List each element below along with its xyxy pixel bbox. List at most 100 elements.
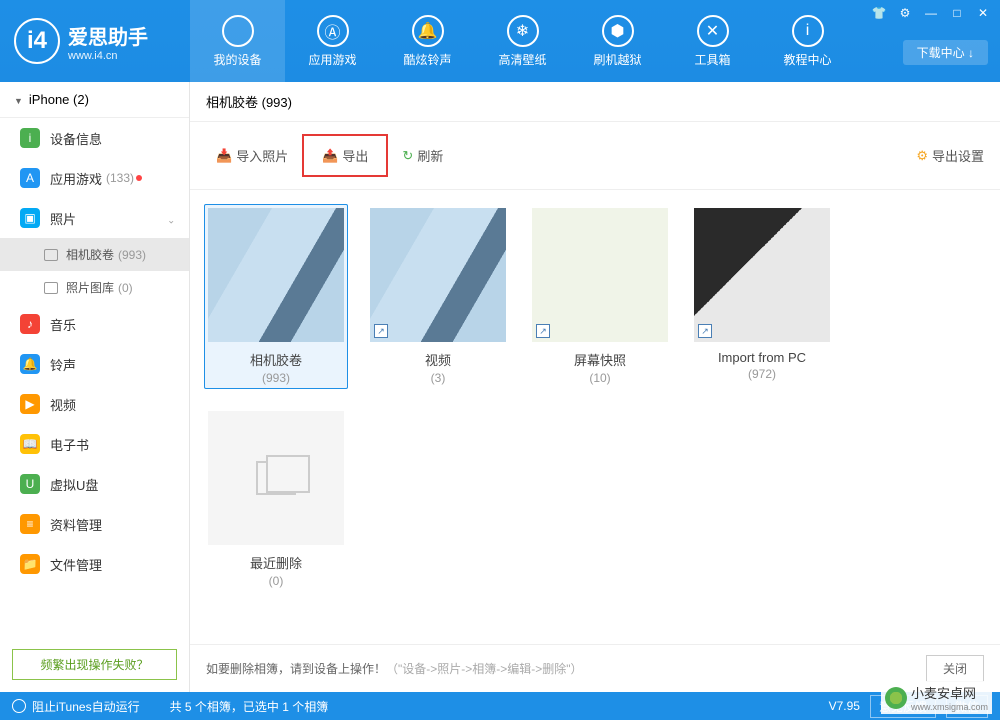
- album-thumb: ↗: [694, 208, 830, 342]
- nav-tab-0[interactable]: 我的设备: [190, 0, 285, 82]
- breadcrumb: 相机胶卷 (993): [190, 82, 1000, 122]
- album-count: (10): [532, 371, 668, 385]
- shortcut-icon: ↗: [698, 324, 712, 338]
- album-grid: 相机胶卷 (993) ↗ 视频 (3) ↗ 屏幕快照 (10) ↗ Import from PC (…: [190, 190, 1000, 644]
- album-thumb: ↗: [532, 208, 668, 342]
- shortcut-icon: ↗: [374, 324, 388, 338]
- toolbar: 📥导入照片 📤导出 ↻刷新 ⚙导出设置: [190, 122, 1000, 190]
- album-thumb: [208, 208, 344, 342]
- app-name: 爱思助手: [68, 21, 148, 50]
- album-item[interactable]: 最近删除 (0): [204, 407, 348, 592]
- faq-link[interactable]: 频繁出现操作失败？: [12, 649, 177, 680]
- nav-icon: 🔔: [412, 15, 444, 47]
- hint-text: 如要删除相簿，请到设备上操作！: [206, 660, 386, 677]
- album-name: 相机胶卷: [208, 350, 344, 369]
- album-item[interactable]: ↗ Import from PC (972): [690, 204, 834, 389]
- refresh-button[interactable]: ↻刷新: [392, 140, 453, 171]
- hint-path: （"设备->照片->相簿->编辑->删除"）: [386, 660, 583, 677]
- sidebar-icon: A: [20, 168, 40, 188]
- import-photos-button[interactable]: 📥导入照片: [206, 140, 298, 171]
- sidebar-sub-0[interactable]: 相机胶卷(993): [0, 238, 189, 271]
- shortcut-icon: ↗: [536, 324, 550, 338]
- nav-icon: ⬢: [602, 15, 634, 47]
- nav-icon: Ⓐ: [317, 15, 349, 47]
- main-content: 相机胶卷 (993) 📥导入照片 📤导出 ↻刷新 ⚙导出设置 相机胶卷 (993)…: [190, 82, 1000, 692]
- album-name: 最近删除: [208, 553, 344, 572]
- hint-bar: 如要删除相簿，请到设备上操作！ （"设备->照片->相簿->编辑->删除"） 关…: [190, 644, 1000, 692]
- export-icon: 📤: [322, 148, 338, 164]
- export-highlight: 📤导出: [302, 134, 388, 177]
- watermark-icon: [885, 687, 907, 709]
- app-logo: i4 爱思助手 www.i4.cn: [0, 18, 190, 64]
- album-count: (972): [694, 367, 830, 381]
- sidebar-icon: U: [20, 474, 40, 494]
- sidebar-item-6[interactable]: 📖电子书: [0, 424, 189, 464]
- sidebar-item-1[interactable]: A应用游戏(133): [0, 158, 189, 198]
- toggle-icon: [12, 699, 26, 713]
- nav-tab-5[interactable]: ✕工具箱: [665, 0, 760, 82]
- sidebar-icon: 🔔: [20, 354, 40, 374]
- export-button[interactable]: 📤导出: [312, 140, 378, 171]
- sidebar-icon: i: [20, 128, 40, 148]
- sidebar-item-0[interactable]: i设备信息: [0, 118, 189, 158]
- import-icon: 📥: [216, 148, 232, 164]
- album-name: 视频: [370, 350, 506, 369]
- folder-icon: [44, 282, 58, 294]
- sidebar-item-3[interactable]: ♪音乐: [0, 304, 189, 344]
- export-settings-button[interactable]: ⚙导出设置: [916, 146, 984, 165]
- folder-icon: [44, 249, 58, 261]
- nav-icon: ✕: [697, 15, 729, 47]
- app-header: i4 爱思助手 www.i4.cn 我的设备Ⓐ应用游戏🔔酷炫铃声❄高清壁纸⬢刷机…: [0, 0, 1000, 82]
- empty-icon: [256, 461, 296, 495]
- nav-tab-3[interactable]: ❄高清壁纸: [475, 0, 570, 82]
- sidebar-item-9[interactable]: 📁文件管理: [0, 544, 189, 584]
- download-center-button[interactable]: 下载中心 ↓: [903, 40, 988, 65]
- skin-icon[interactable]: 👕: [870, 4, 888, 22]
- close-icon[interactable]: ✕: [974, 4, 992, 22]
- sidebar-icon: ≡: [20, 514, 40, 534]
- close-button[interactable]: 关闭: [926, 655, 984, 682]
- nav-tab-2[interactable]: 🔔酷炫铃声: [380, 0, 475, 82]
- album-item[interactable]: ↗ 视频 (3): [366, 204, 510, 389]
- sidebar-item-2[interactable]: ▣照片: [0, 198, 189, 238]
- sidebar-item-5[interactable]: ▶视频: [0, 384, 189, 424]
- sidebar: iPhone (2) i设备信息A应用游戏(133)▣照片相机胶卷(993)照片…: [0, 82, 190, 692]
- refresh-icon: ↻: [402, 148, 413, 164]
- nav-icon: i: [792, 15, 824, 47]
- album-item[interactable]: ↗ 屏幕快照 (10): [528, 204, 672, 389]
- sidebar-item-8[interactable]: ≡资料管理: [0, 504, 189, 544]
- device-selector[interactable]: iPhone (2): [0, 82, 189, 118]
- app-url: www.i4.cn: [68, 50, 148, 62]
- nav-icon: ❄: [507, 15, 539, 47]
- album-count: (0): [208, 574, 344, 588]
- nav-tab-1[interactable]: Ⓐ应用游戏: [285, 0, 380, 82]
- album-item[interactable]: 相机胶卷 (993): [204, 204, 348, 389]
- sidebar-icon: ♪: [20, 314, 40, 334]
- nav-tab-6[interactable]: i教程中心: [760, 0, 855, 82]
- album-name: Import from PC: [694, 350, 830, 365]
- nav-tab-4[interactable]: ⬢刷机越狱: [570, 0, 665, 82]
- notification-dot: [136, 175, 142, 181]
- sidebar-sub-1[interactable]: 照片图库(0): [0, 271, 189, 304]
- album-thumb: ↗: [370, 208, 506, 342]
- sidebar-icon: ▶: [20, 394, 40, 414]
- version-label: V7.95: [829, 699, 860, 713]
- itunes-block-toggle[interactable]: 阻止iTunes自动运行: [12, 698, 140, 715]
- sidebar-item-4[interactable]: 🔔铃声: [0, 344, 189, 384]
- sidebar-item-7[interactable]: U虚拟U盘: [0, 464, 189, 504]
- window-controls: 👕 ⚙ — □ ✕: [870, 4, 992, 22]
- status-bar: 阻止iTunes自动运行 共 5 个相簿，已选中 1 个相簿 V7.95 意见反…: [0, 692, 1000, 720]
- watermark: 小麦安卓网 www.xmsigma.com: [881, 681, 992, 714]
- minimize-icon[interactable]: —: [922, 4, 940, 22]
- gear-icon: ⚙: [916, 148, 928, 164]
- album-thumb: [208, 411, 344, 545]
- settings-icon[interactable]: ⚙: [896, 4, 914, 22]
- album-count: (3): [370, 371, 506, 385]
- logo-icon: i4: [14, 18, 60, 64]
- sidebar-icon: ▣: [20, 208, 40, 228]
- status-summary: 共 5 个相簿，已选中 1 个相簿: [170, 698, 329, 715]
- maximize-icon[interactable]: □: [948, 4, 966, 22]
- album-name: 屏幕快照: [532, 350, 668, 369]
- album-count: (993): [208, 371, 344, 385]
- sidebar-icon: 📖: [20, 434, 40, 454]
